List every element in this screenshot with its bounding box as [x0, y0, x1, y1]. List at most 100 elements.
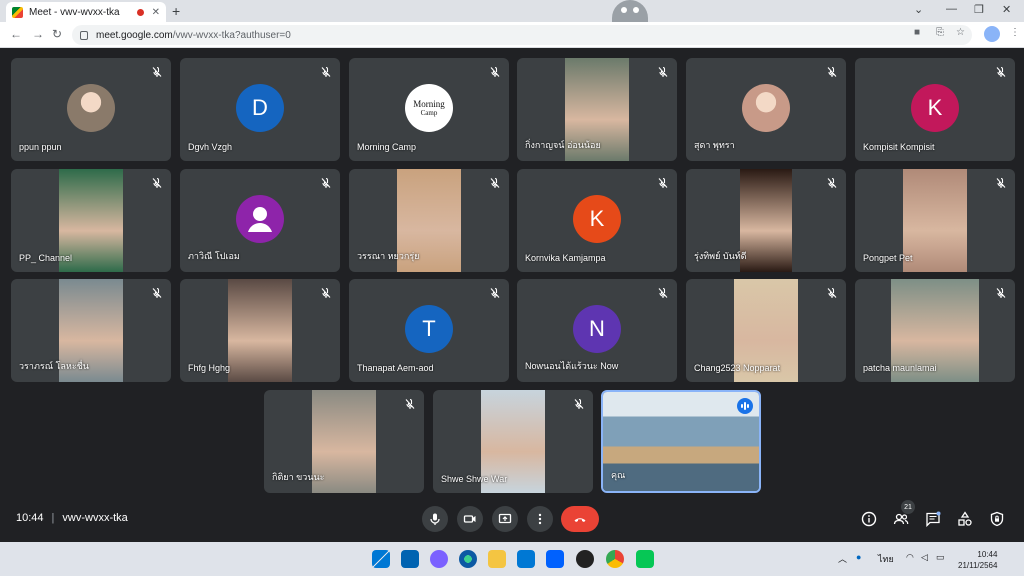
participant-tile[interactable]: K Kornvika Kamjampa [517, 169, 677, 272]
microphone-muted-icon [995, 286, 1007, 298]
camera-toggle-button[interactable] [457, 506, 483, 532]
maximize-button[interactable]: ❐ [974, 3, 984, 16]
meeting-time: 10:44 [16, 512, 44, 524]
info-icon [861, 511, 877, 527]
microphone-muted-icon [320, 65, 332, 77]
participant-tile[interactable]: Chang2523 Nopparat [686, 279, 846, 382]
microphone-muted-icon [489, 176, 501, 188]
participant-tile[interactable]: K Kompisit Kompisit [855, 58, 1015, 161]
participant-initial-avatar: D [236, 84, 284, 132]
dropbox-icon[interactable] [546, 550, 564, 568]
microphone-toggle-button[interactable] [422, 506, 448, 532]
microphone-muted-icon [657, 65, 669, 77]
participant-name: Kompisit Kompisit [863, 142, 935, 152]
participant-tile[interactable]: วราภรณ์ โลหะชื่น [11, 279, 171, 382]
participant-tile[interactable]: T Thanapat Aem-aod [349, 279, 509, 382]
participant-tile[interactable]: D Dgvh Vzgh [180, 58, 340, 161]
present-screen-button[interactable] [492, 506, 518, 532]
participant-name: Thanapat Aem-aod [357, 363, 434, 373]
chat-button[interactable] [925, 511, 941, 528]
participant-name: Kornvika Kamjampa [525, 253, 606, 263]
obs-studio-icon[interactable] [576, 550, 594, 568]
tab-close-button[interactable]: ✕ [152, 7, 160, 18]
input-language[interactable]: ไทย [878, 552, 894, 566]
participant-tile[interactable]: Fhfg Hghg [180, 279, 340, 382]
browser-toolbar: ← → ↻ meet.google.com /vwv-wvxx-tka?auth… [0, 22, 1024, 48]
microphone-icon [430, 513, 440, 525]
clock-date: 21/11/2564 [958, 561, 998, 570]
participant-tile[interactable]: ppun ppun [11, 58, 171, 161]
participant-tile[interactable]: Shwe Shwe War [433, 390, 593, 493]
participant-tile[interactable]: คุณ [601, 390, 761, 493]
profile-avatar[interactable] [984, 26, 1000, 42]
more-options-button[interactable] [527, 506, 553, 532]
forward-button[interactable]: → [32, 27, 44, 41]
speaking-indicator-icon [737, 398, 753, 414]
participant-name: คุณ [611, 470, 626, 480]
teams-chat-icon[interactable] [430, 550, 448, 568]
windows-start-icon[interactable] [372, 550, 390, 568]
host-controls-button[interactable] [989, 511, 1005, 527]
participant-tile[interactable]: PP_ Channel [11, 169, 171, 272]
participant-grid: ppun ppun D Dgvh Vzgh Morning Camp Morning Ca… [0, 48, 1024, 494]
participant-name: รุ่งทิพย์ บันท์ดี [694, 251, 747, 261]
tab-search-icon[interactable]: ⌄ [914, 3, 923, 16]
participant-tile[interactable]: N Nowนอนได้แร้วนะ Now [517, 279, 677, 382]
battery-icon[interactable]: ▭ [936, 552, 945, 563]
microphone-muted-icon [489, 65, 501, 77]
participant-tile[interactable]: กิ่งกาญจน์ อ่อนน้อย [517, 58, 677, 161]
back-button[interactable]: ← [10, 27, 22, 41]
activities-button[interactable] [957, 511, 973, 527]
camera-in-use-icon[interactable]: ■ [914, 27, 920, 38]
participant-tile[interactable]: รุ่งทิพย์ บันท์ดี [686, 169, 846, 272]
participant-tile[interactable]: Pongpet Pet [855, 169, 1015, 272]
participant-tile[interactable]: ภาวิณี โปเอม [180, 169, 340, 272]
participant-name: Nowนอนได้แร้วนะ Now [525, 361, 619, 371]
participant-tile[interactable]: วรรณา หยวกรุ่ย [349, 169, 509, 272]
wifi-icon[interactable]: ◠ [906, 552, 914, 563]
microphone-muted-icon [404, 397, 416, 409]
self-video-feed [603, 392, 759, 491]
meeting-info-separator: | [51, 512, 55, 524]
participant-name: สุดา พุทรา [694, 140, 735, 150]
hang-up-icon [574, 518, 586, 522]
system-clock[interactable]: 10:44 21/11/2564 [958, 549, 997, 571]
edge-browser-icon[interactable] [459, 550, 477, 568]
meeting-details-button[interactable] [861, 511, 877, 527]
new-tab-button[interactable]: + [172, 3, 180, 19]
minimize-button[interactable]: — [946, 3, 957, 15]
leave-call-button[interactable] [561, 506, 599, 532]
browser-menu-icon[interactable]: ⋮ [1010, 27, 1020, 38]
meeting-info: 10:44 | vwv-wvxx-tka [16, 512, 128, 524]
line-app-icon[interactable] [636, 550, 654, 568]
browser-tab-meet[interactable]: Meet - vwv-wvxx-tka ✕ [6, 2, 166, 22]
chrome-browser-icon[interactable] [606, 550, 624, 568]
participant-name: ภาวิณี โปเอม [188, 251, 240, 261]
participant-initial-avatar: T [405, 305, 453, 353]
close-window-button[interactable]: ✕ [1002, 3, 1011, 16]
address-bar[interactable]: meet.google.com /vwv-wvxx-tka?authuser=0 [72, 25, 972, 45]
participant-tile[interactable]: กิติยา ขวนนะ [264, 390, 424, 493]
participant-name: Pongpet Pet [863, 253, 913, 263]
task-view-icon[interactable] [401, 550, 419, 568]
mail-icon[interactable] [517, 550, 535, 568]
participant-tile[interactable]: สุดา พุทรา [686, 58, 846, 161]
microphone-muted-icon [995, 65, 1007, 77]
participant-tile[interactable]: patcha maunlamai [855, 279, 1015, 382]
translate-icon[interactable]: ⎘ [936, 27, 944, 38]
participant-name: ppun ppun [19, 142, 62, 152]
tab-title: Meet - vwv-wvxx-tka [29, 6, 120, 18]
reload-button[interactable]: ↻ [52, 27, 62, 41]
participant-name: patcha maunlamai [863, 363, 937, 373]
camera-icon [463, 515, 476, 523]
microphone-muted-icon [151, 176, 163, 188]
participant-tile[interactable]: Morning Camp Morning Camp [349, 58, 509, 161]
microphone-in-use-icon[interactable]: ● [856, 552, 861, 562]
bookmark-star-icon[interactable]: ☆ [956, 27, 965, 38]
volume-icon[interactable]: ◁ [921, 552, 928, 563]
chat-icon [926, 511, 941, 528]
file-explorer-icon[interactable] [488, 550, 506, 568]
microphone-muted-icon [573, 397, 585, 409]
show-hidden-icons-icon[interactable]: ︿ [838, 552, 847, 565]
logo-text-bottom: Camp [420, 109, 438, 117]
